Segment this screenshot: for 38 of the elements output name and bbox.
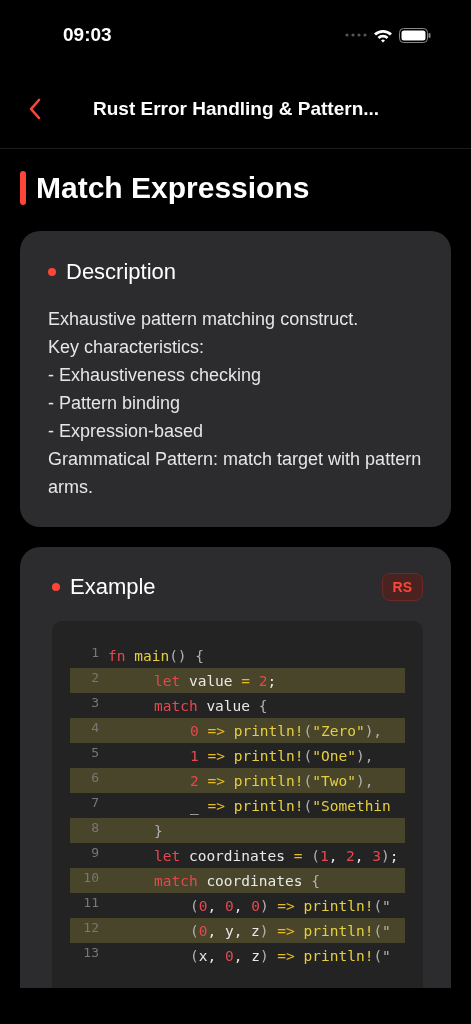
code-line: 11 (0, 0, 0) => println!(" <box>70 893 405 918</box>
line-number: 12 <box>82 919 100 935</box>
code-line: 1 fn main() { <box>70 643 405 668</box>
bullet-dot <box>52 583 60 591</box>
description-line: - Expression-based <box>48 420 205 443</box>
code-line: 7 _ => println!("Somethin <box>70 793 405 818</box>
bullet-dot <box>48 268 56 276</box>
line-number: 3 <box>90 694 100 710</box>
line-number: 2 <box>90 669 100 685</box>
code-line: 13 (x, 0, z) => println!(" <box>70 943 405 968</box>
line-number: 13 <box>82 944 100 960</box>
line-number: 10 <box>82 869 100 885</box>
description-line: - Pattern binding <box>48 392 182 415</box>
description-line: Exhaustive pattern matching construct. <box>48 308 360 331</box>
card-heading: Example <box>70 574 156 600</box>
line-number: 11 <box>82 894 100 910</box>
card-heading: Description <box>66 259 177 285</box>
battery-icon <box>399 27 431 43</box>
line-number: 8 <box>90 819 100 835</box>
code-line: 3 match value { <box>70 693 405 718</box>
wifi-icon <box>373 27 393 43</box>
description-line: Key characteristics: <box>48 336 206 359</box>
language-badge: RS <box>381 573 423 601</box>
code-line: 9 let coordinates = (1, 2, 3); <box>70 843 405 868</box>
line-number: 6 <box>90 769 100 785</box>
description-line: - Exhaustiveness checking <box>48 364 263 387</box>
line-number: 1 <box>90 644 100 660</box>
line-number: 9 <box>90 844 100 860</box>
code-line: 5 1 => println!("One"), <box>70 743 405 768</box>
section-title: Match Expressions <box>36 171 310 205</box>
line-number: 4 <box>90 719 100 735</box>
accent-bar <box>20 171 26 205</box>
line-number: 7 <box>90 794 100 810</box>
signal-icon <box>345 33 367 37</box>
status-time: 09:03 <box>63 24 112 46</box>
nav-title: Rust Error Handling & Pattern... <box>93 98 380 120</box>
description-line: Grammatical Pattern: match target with pattern arms. <box>48 448 423 499</box>
line-number: 5 <box>90 744 100 760</box>
